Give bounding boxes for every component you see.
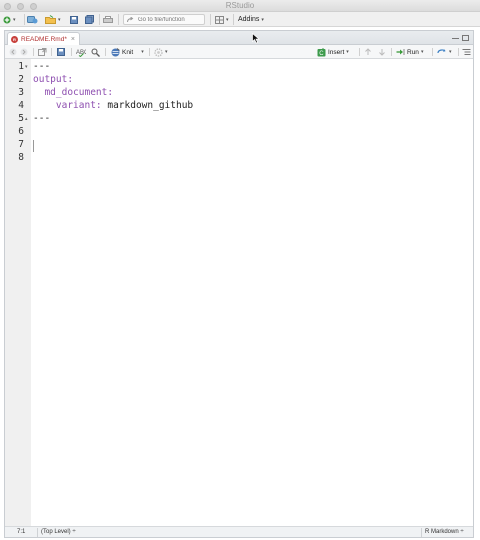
file-type-selector[interactable]: R Markdown ÷ [425,529,464,535]
save-button[interactable] [70,14,78,25]
svg-text:ABC: ABC [76,50,86,56]
go-to-input[interactable] [138,16,200,23]
rerun-icon [437,49,446,54]
editor-status-bar: 7:1 (Top Level) ÷ R Markdown ÷ [5,526,473,537]
open-project-icon [27,16,38,24]
go-to-file-function-field[interactable] [123,14,205,25]
back-button[interactable] [9,47,17,57]
rmd-file-icon: R [11,35,18,43]
scope-selector[interactable]: (Top Level) ÷ [41,529,76,535]
mouse-pointer-icon [252,33,260,44]
editor-tab-bar: R README.Rmd* × [5,31,473,45]
outline-icon [462,49,471,55]
knit-label: Knit [122,48,134,56]
run-button[interactable]: Run ▾ [396,47,423,57]
next-chunk-button[interactable] [378,47,386,57]
knit-button[interactable]: Knit ▾ [111,47,144,57]
line-number: 8 [18,152,24,163]
save-all-icon [85,15,94,24]
open-file-icon [45,15,56,24]
addins-label: Addins [238,16,260,23]
fold-arrow-icon[interactable]: ▾ [25,64,28,70]
title-bar: RStudio [0,0,480,12]
yaml-value: markdown_github [101,100,194,111]
tab-label: README.Rmd* [21,35,67,43]
new-file-icon [3,16,11,23]
editor-toolbar: ABC Knit ▾ ▾ C Insert ▾ Ru [5,45,473,59]
forward-arrow-icon [20,48,28,56]
back-arrow-icon [9,48,17,56]
text-cursor [33,140,34,152]
save-icon [70,15,78,24]
workspace-panes-button[interactable]: ▾ [215,14,229,25]
settings-gear-icon [154,47,163,57]
find-replace-button[interactable] [91,47,100,57]
spellcheck-icon: ABC [76,50,86,57]
insert-label: Insert [328,48,345,56]
run-label: Run [407,48,419,56]
save-all-button[interactable] [85,14,94,25]
code-line: output: [33,74,74,85]
open-project-button[interactable] [27,14,38,25]
run-icon [396,49,405,55]
code-editor[interactable]: 1 ▾ --- 2 output: 3 md_document: 4 varia… [5,59,473,526]
print-button[interactable] [103,14,113,25]
code-line: variant: markdown_github [33,100,193,111]
line-number: 7 [18,139,24,150]
maximize-icon[interactable] [462,35,469,41]
document-outline-button[interactable] [462,47,471,57]
code-line: md_document: [33,87,114,98]
yaml-key: variant: [33,100,102,111]
show-in-window-icon [38,48,47,56]
code-line: --- [33,61,51,72]
line-number: 2 [18,74,24,85]
code-line: --- [33,113,51,124]
line-number: 3 [18,87,24,98]
spellcheck-button[interactable]: ABC [76,47,86,57]
up-arrow-icon [365,48,371,55]
tab-readme-rmd[interactable]: R README.Rmd* × [7,32,80,45]
insert-chunk-icon: C [317,47,326,57]
source-editor-pane: R README.Rmd* × ABC Knit [4,30,474,538]
forward-button[interactable] [20,47,28,57]
fold-arrow-icon[interactable]: ▴ [25,116,28,122]
knit-icon [111,47,120,56]
main-toolbar: ▾ ▾ ▾ Addins ▾ [0,12,480,27]
line-number: 6 [18,126,24,137]
line-number: 1 [18,61,24,72]
print-icon [103,15,113,23]
show-in-new-window-button[interactable] [38,47,47,57]
document-settings-button[interactable]: ▾ [154,47,168,57]
save-icon [57,48,65,56]
down-arrow-icon [379,49,385,56]
addins-menu[interactable]: Addins ▾ [238,14,264,25]
grid-icon [215,15,224,24]
go-to-arrow-icon [127,16,134,22]
new-file-button[interactable]: ▾ [3,14,16,25]
line-number: 5 [18,113,24,124]
close-tab-icon[interactable]: × [71,36,75,43]
save-document-button[interactable] [57,47,65,57]
find-icon [91,48,100,57]
insert-chunk-button[interactable]: C Insert ▾ [317,47,349,57]
svg-text:C: C [319,51,324,57]
open-file-button[interactable]: ▾ [45,14,61,25]
cursor-position: 7:1 [17,529,26,535]
window-title: RStudio [225,1,255,10]
previous-chunk-button[interactable] [364,47,372,57]
rerun-button[interactable]: ▾ [437,47,452,57]
minimize-icon[interactable] [452,38,459,40]
line-number: 4 [18,100,24,111]
